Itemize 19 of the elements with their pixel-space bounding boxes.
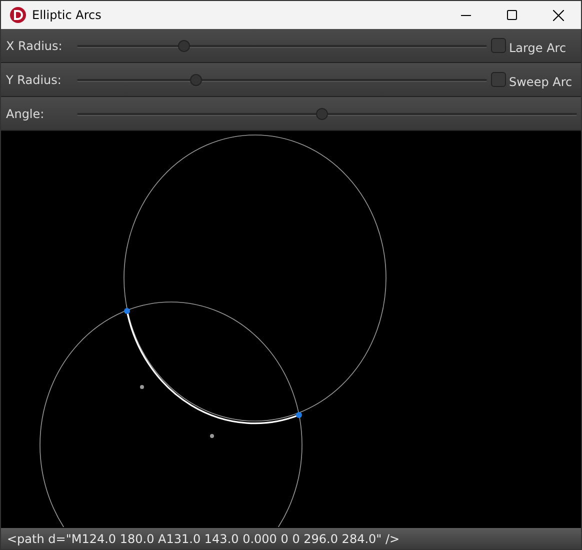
- slider-track[interactable]: [77, 106, 577, 120]
- app-logo-icon: [10, 7, 26, 23]
- minimize-icon: [461, 14, 471, 16]
- slider-track[interactable]: [77, 38, 487, 52]
- checkbox[interactable]: [491, 72, 506, 87]
- slider-track[interactable]: [77, 72, 487, 86]
- slider-label: X Radius:: [5, 38, 64, 54]
- window-title: Elliptic Arcs: [32, 7, 102, 24]
- slider-thumb[interactable]: [316, 108, 328, 120]
- maximize-icon: [507, 10, 517, 20]
- checkbox-label: Sweep Arc: [509, 74, 572, 90]
- slider-thumb[interactable]: [178, 40, 190, 52]
- checkbox[interactable]: [491, 38, 506, 53]
- checkbox-label: Large Arc: [509, 40, 566, 56]
- slider-label: Y Radius:: [5, 72, 62, 88]
- slider-thumb[interactable]: [190, 74, 202, 86]
- close-icon: [552, 10, 564, 20]
- status-text: <path d="M124.0 180.0 A131.0 143.0 0.000 0 0 296.0 284.0" />: [7, 530, 400, 548]
- slider-label: Angle:: [5, 106, 46, 122]
